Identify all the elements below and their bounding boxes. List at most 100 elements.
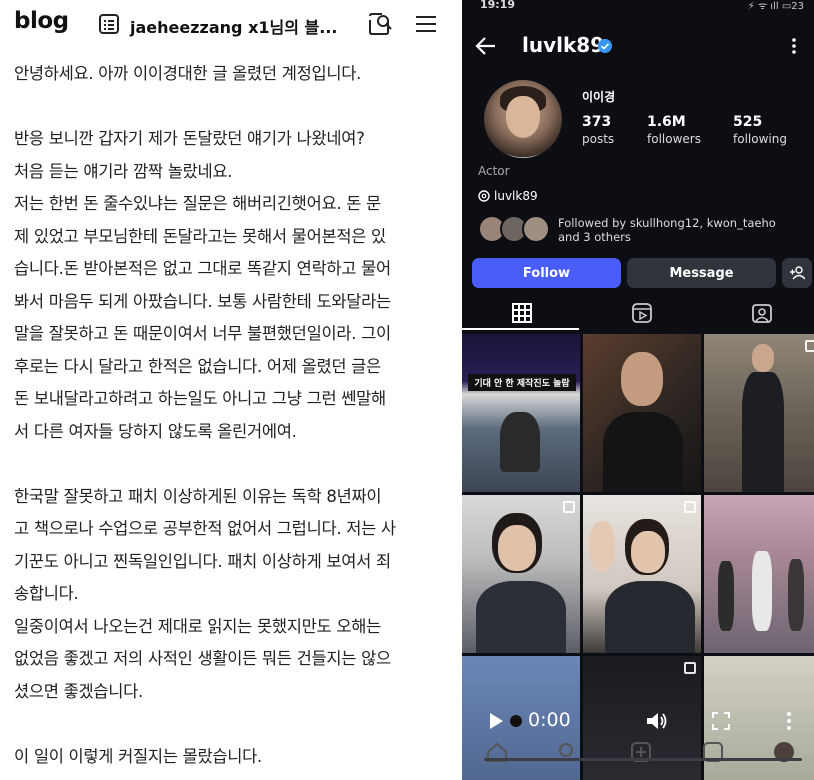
grid-figure bbox=[498, 525, 536, 571]
status-bar: 19:19 ⚡ ᯤ ıll ▭23 bbox=[462, 0, 814, 14]
grid-figure bbox=[605, 581, 695, 653]
multi-post-icon bbox=[805, 340, 814, 352]
grid-tab-icon[interactable] bbox=[511, 302, 533, 324]
post-line: 봐서 마음두 되게 아팠습니다. 보통 사람한테 도와달라는 bbox=[14, 291, 391, 311]
avatar-face bbox=[506, 96, 540, 138]
volume-icon[interactable] bbox=[646, 711, 668, 731]
grid-figure bbox=[500, 412, 540, 472]
post-line: 제 있었고 부모님한테 돈달라고는 못해서 물어본적은 있 bbox=[14, 226, 386, 246]
suggest-people-button[interactable] bbox=[782, 258, 812, 288]
threads-icon bbox=[478, 190, 490, 202]
follow-button[interactable]: Follow bbox=[472, 258, 621, 288]
stat-followers[interactable]: 1.6M followers bbox=[647, 114, 701, 146]
grid-figure bbox=[752, 344, 774, 372]
posts-label: posts bbox=[582, 132, 615, 146]
post-line: 습니다.돈 받아본적은 없고 그대로 똑같지 연락하고 물어 bbox=[14, 259, 391, 278]
followed-by-line: and 3 others bbox=[558, 230, 631, 244]
scrubber-dot[interactable] bbox=[510, 715, 522, 727]
post-line: 반응 보니깐 갑자기 제가 돈달랐던 얘기가 나왔네여? bbox=[14, 129, 365, 148]
blog-title[interactable]: jaeheezzang x1님의 블... bbox=[130, 14, 337, 38]
profile-avatar[interactable] bbox=[484, 80, 562, 158]
post-line: 일중이여서 나오는건 제대로 읽지는 못했지만도 오해는 bbox=[14, 616, 381, 636]
post-line: 고 책으로나 수업으로 공부한적 없어서 그럽니다. 저는 사 bbox=[14, 519, 396, 538]
verified-badge-icon bbox=[598, 39, 612, 53]
status-time: 19:19 bbox=[480, 0, 516, 11]
grid-figure bbox=[621, 352, 663, 406]
blog-logo[interactable]: blog bbox=[14, 8, 69, 34]
grid-post[interactable] bbox=[704, 495, 814, 653]
grid-post[interactable] bbox=[583, 495, 701, 653]
grid-figure bbox=[788, 559, 804, 631]
profile-actions: Follow Message bbox=[472, 258, 812, 288]
post-line: 한국말 잘못하고 패치 이상하게된 이유는 독학 8년짜이 bbox=[14, 486, 382, 506]
followers-count: 1.6M bbox=[647, 114, 686, 130]
grid-post[interactable]: 기대 안 한 제작진도 놀람 bbox=[462, 334, 580, 492]
blog-post-body: 안녕하세요. 아까 이이경대한 글 올렸던 계정입니다. 반응 보니깐 갑자기 … bbox=[14, 58, 454, 773]
grid-post[interactable] bbox=[704, 334, 814, 492]
grid-figure bbox=[718, 561, 734, 631]
following-label: following bbox=[733, 132, 787, 146]
post-line: 처음 듣는 얘기라 깜짝 놀랐네요. bbox=[14, 161, 233, 181]
post-line: 돈 보내달라고하려고 하는일도 아니고 그냥 그런 쎈말해 bbox=[14, 389, 386, 408]
post-line: 말을 잘못하고 돈 때문이여서 너무 불편했던일이라. 그이 bbox=[14, 324, 391, 343]
message-button[interactable]: Message bbox=[627, 258, 776, 288]
grid-figure bbox=[631, 531, 665, 573]
post-line: 송합니다. bbox=[14, 584, 79, 603]
grid-figure bbox=[603, 412, 683, 492]
followers-label: followers bbox=[647, 132, 701, 146]
threads-handle: luvlk89 bbox=[494, 189, 538, 203]
post-line: 기꾼도 아니고 찐독일인입니다. 패치 이상하게 보여서 죄 bbox=[14, 551, 391, 571]
stat-following[interactable]: 525 following bbox=[733, 114, 787, 146]
following-count: 525 bbox=[733, 114, 763, 130]
more-options-icon[interactable] bbox=[792, 36, 796, 56]
grid-post-caption: 기대 안 한 제작진도 놀람 bbox=[468, 374, 576, 391]
profile-category: Actor bbox=[478, 164, 510, 178]
post-line: 후로는 다시 달라고 한적은 없습니다. 어제 올렸던 글은 bbox=[14, 356, 381, 376]
multi-post-icon bbox=[684, 662, 696, 674]
followed-by-line: Followed by skullhong12, kwon_taeho bbox=[558, 216, 776, 230]
grid-figure bbox=[589, 521, 615, 571]
post-line: 이 일이 이렇게 커질지는 몰랐습니다. bbox=[14, 746, 262, 766]
profile-name: 이이경 bbox=[582, 90, 616, 104]
grid-post[interactable] bbox=[462, 495, 580, 653]
tagged-tab-icon[interactable] bbox=[751, 302, 773, 324]
video-progress-bar[interactable] bbox=[484, 758, 802, 761]
play-icon[interactable] bbox=[488, 712, 504, 730]
post-line: 셨으면 좋겠습니다. bbox=[14, 681, 143, 701]
post-line: 저는 한번 돈 줄수있냐는 질문은 해버리긴햇어요. 돈 문 bbox=[14, 194, 381, 213]
followed-by-text: Followed by skullhong12, kwon_taeho and … bbox=[558, 216, 776, 244]
mutual-avatar bbox=[522, 215, 550, 243]
back-arrow-icon[interactable] bbox=[474, 34, 498, 58]
blog-panel: blog jaeheezzang x1님의 블... 안녕하세요. 아까 이이경… bbox=[0, 0, 462, 780]
reels-tab-icon[interactable] bbox=[631, 302, 653, 324]
grid-figure bbox=[476, 581, 566, 653]
post-line: 서 다른 여자들 당하지 않도록 올린거에여. bbox=[14, 421, 297, 441]
post-line: 안녕하세요. 아까 이이경대한 글 올렸던 계정입니다. bbox=[14, 64, 362, 83]
profile-tabs bbox=[462, 296, 814, 330]
profile-topbar: luvlk89 bbox=[462, 30, 814, 64]
followed-by[interactable]: Followed by skullhong12, kwon_taeho and … bbox=[478, 215, 808, 247]
video-options-icon[interactable] bbox=[786, 711, 792, 731]
post-line: 없었음 좋겠고 저의 사적인 생활이든 뭐든 건들지는 않으 bbox=[14, 649, 391, 668]
menu-icon[interactable] bbox=[414, 12, 438, 36]
fullscreen-icon[interactable] bbox=[712, 712, 730, 730]
blog-header: blog jaeheezzang x1님의 블... bbox=[0, 0, 462, 50]
grid-post[interactable] bbox=[583, 334, 701, 492]
threads-link[interactable]: luvlk89 bbox=[478, 189, 538, 203]
grid-figure bbox=[742, 372, 784, 492]
video-time: 0:00 bbox=[528, 709, 571, 731]
video-player-controls: 0:00 bbox=[462, 700, 814, 744]
instagram-panel: 19:19 ⚡ ᯤ ıll ▭23 luvlk89 이이경 373 posts … bbox=[462, 0, 814, 780]
multi-post-icon bbox=[563, 501, 575, 513]
posts-count: 373 bbox=[582, 114, 612, 130]
profile-username: luvlk89 bbox=[522, 33, 605, 57]
status-icons: ⚡ ᯤ ıll ▭23 bbox=[747, 1, 804, 12]
search-icon[interactable] bbox=[366, 10, 394, 38]
active-tab-indicator bbox=[462, 328, 579, 330]
multi-post-icon bbox=[684, 501, 696, 513]
stat-posts[interactable]: 373 posts bbox=[582, 114, 614, 146]
list-icon[interactable] bbox=[98, 13, 120, 35]
